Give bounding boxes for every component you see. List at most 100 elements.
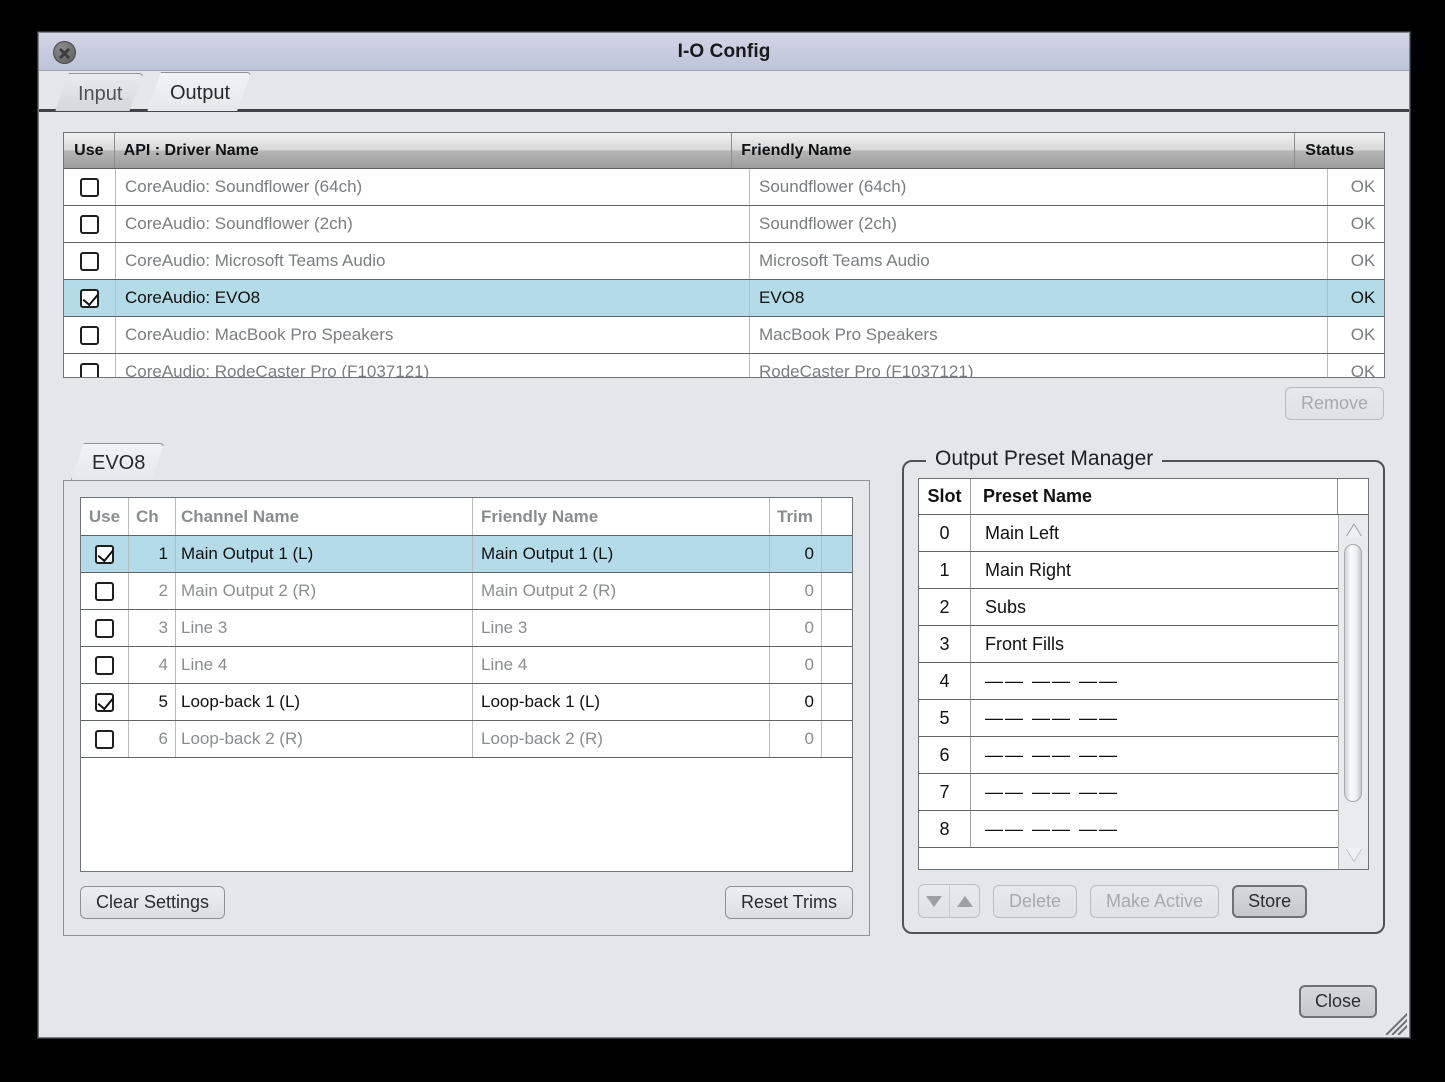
move-preset-down-button[interactable] [919, 885, 949, 917]
row-friendly-name[interactable]: Loop-back 2 (R) [473, 721, 770, 757]
col-header-use[interactable]: Use [81, 498, 129, 535]
use-checkbox[interactable] [80, 214, 99, 234]
table-row[interactable]: 0 Main Left [919, 515, 1338, 552]
close-button[interactable]: Close [1298, 984, 1377, 1018]
table-row[interactable]: 5 —— —— —— [919, 700, 1338, 737]
row-preset-name[interactable]: Front Fills [971, 626, 1338, 662]
preset-table-scrollbar[interactable] [1338, 515, 1368, 869]
move-preset-up-button[interactable] [949, 885, 979, 917]
table-row[interactable]: CoreAudio: Soundflower (2ch) Soundflower … [64, 206, 1384, 243]
use-checkbox[interactable] [80, 362, 99, 377]
row-friendly-name[interactable]: Soundflower (64ch) [750, 169, 1328, 205]
row-preset-name[interactable]: —— —— —— [971, 700, 1338, 736]
col-header-use[interactable]: Use [64, 133, 115, 168]
row-trim-value[interactable]: 0 [770, 647, 822, 683]
row-use-cell[interactable] [64, 169, 116, 205]
row-use-cell[interactable] [81, 573, 129, 609]
use-checkbox[interactable] [95, 692, 114, 712]
table-row[interactable]: 3 Front Fills [919, 626, 1338, 663]
row-trim-value[interactable]: 0 [770, 610, 822, 646]
tab-input[interactable]: Input [55, 73, 143, 111]
row-use-cell[interactable] [64, 280, 116, 316]
col-header-preset-name[interactable]: Preset Name [971, 479, 1338, 514]
store-preset-button[interactable]: Store [1232, 884, 1308, 918]
scroll-down-arrow-icon[interactable] [1343, 844, 1365, 866]
table-row[interactable]: 5 Loop-back 1 (L) Loop-back 1 (L) 0 [81, 684, 852, 721]
table-row[interactable]: CoreAudio: RodeCaster Pro (F1037121) Rode… [64, 354, 1384, 377]
table-row[interactable]: 6 Loop-back 2 (R) Loop-back 2 (R) 0 [81, 721, 852, 758]
delete-preset-button[interactable]: Delete [993, 884, 1078, 918]
col-header-friendly-name[interactable]: Friendly Name [473, 498, 770, 535]
table-row[interactable]: 1 Main Output 1 (L) Main Output 1 (L) 0 [81, 536, 852, 573]
col-header-status[interactable]: Status [1295, 133, 1364, 168]
row-friendly-name[interactable]: Main Output 2 (R) [473, 573, 770, 609]
scroll-up-arrow-icon[interactable] [1343, 518, 1365, 540]
use-checkbox[interactable] [95, 618, 114, 638]
use-checkbox[interactable] [80, 288, 99, 308]
use-checkbox[interactable] [95, 729, 114, 749]
resize-grip[interactable] [1385, 1013, 1407, 1035]
row-use-cell[interactable] [81, 721, 129, 757]
use-checkbox[interactable] [95, 655, 114, 675]
col-header-trim[interactable]: Trim [770, 498, 822, 535]
row-preset-name[interactable]: Main Left [971, 515, 1338, 551]
row-friendly-name[interactable]: EVO8 [750, 280, 1328, 316]
reset-trims-button[interactable]: Reset Trims [724, 886, 853, 919]
table-row[interactable]: 3 Line 3 Line 30 [81, 610, 852, 647]
table-row[interactable]: CoreAudio: Soundflower (64ch) Soundflower… [64, 169, 1384, 206]
table-row[interactable]: 4 —— —— —— [919, 663, 1338, 700]
row-use-cell[interactable] [64, 243, 116, 279]
table-row[interactable]: 1 Main Right [919, 552, 1338, 589]
remove-button[interactable]: Remove [1284, 387, 1384, 420]
row-trim-value[interactable]: 0 [770, 573, 822, 609]
row-friendly-name[interactable]: Main Output 1 (L) [473, 536, 770, 572]
use-checkbox[interactable] [95, 581, 114, 601]
row-use-cell[interactable] [81, 536, 129, 572]
use-checkbox[interactable] [80, 325, 99, 345]
row-use-cell[interactable] [64, 206, 116, 242]
col-header-api-driver-name[interactable]: API : Driver Name [115, 133, 733, 168]
table-row[interactable]: 2 Subs [919, 589, 1338, 626]
row-preset-name[interactable]: Subs [971, 589, 1338, 625]
row-use-cell[interactable] [81, 647, 129, 683]
tab-evo8[interactable]: EVO8 [71, 443, 164, 480]
col-header-channel-name[interactable]: Channel Name [176, 498, 473, 535]
row-friendly-name[interactable]: Line 3 [473, 610, 770, 646]
col-header-friendly-name[interactable]: Friendly Name [732, 133, 1296, 168]
row-use-cell[interactable] [81, 610, 129, 646]
table-row[interactable]: CoreAudio: Microsoft Teams Audio Microsof… [64, 243, 1384, 280]
row-preset-name[interactable]: —— —— —— [971, 774, 1338, 810]
row-preset-name[interactable]: —— —— —— [971, 663, 1338, 699]
row-trim-value[interactable]: 0 [770, 721, 822, 757]
col-header-ch[interactable]: Ch [129, 498, 176, 535]
row-friendly-name[interactable]: Loop-back 1 (L) [473, 684, 770, 720]
use-checkbox[interactable] [80, 177, 99, 197]
table-row[interactable]: CoreAudio: MacBook Pro Speakers MacBook P… [64, 317, 1384, 354]
table-row[interactable]: 4 Line 4 Line 40 [81, 647, 852, 684]
table-row[interactable]: 2 Main Output 2 (R) Main Output 2 (R) 0 [81, 573, 852, 610]
scroll-thumb[interactable] [1344, 544, 1362, 802]
clear-settings-button[interactable]: Clear Settings [80, 886, 226, 919]
row-preset-name[interactable]: Main Right [971, 552, 1338, 588]
tab-output[interactable]: Output [147, 72, 251, 111]
row-trim-value[interactable]: 0 [770, 684, 822, 720]
row-friendly-name[interactable]: Microsoft Teams Audio [750, 243, 1328, 279]
row-friendly-name[interactable]: MacBook Pro Speakers [750, 317, 1328, 353]
scroll-track[interactable] [1339, 540, 1368, 844]
row-use-cell[interactable] [64, 354, 116, 377]
table-row[interactable]: CoreAudio: EVO8 EVO8 OK [64, 280, 1384, 317]
row-friendly-name[interactable]: Line 4 [473, 647, 770, 683]
row-preset-name[interactable]: —— —— —— [971, 737, 1338, 773]
use-checkbox[interactable] [80, 251, 99, 271]
row-friendly-name[interactable]: Soundflower (2ch) [750, 206, 1328, 242]
row-use-cell[interactable] [81, 684, 129, 720]
table-row[interactable]: 8 —— —— —— [919, 811, 1338, 848]
table-row[interactable]: 6 —— —— —— [919, 737, 1338, 774]
use-checkbox[interactable] [95, 544, 114, 564]
row-friendly-name[interactable]: RodeCaster Pro (F1037121) [750, 354, 1328, 377]
make-active-preset-button[interactable]: Make Active [1090, 884, 1220, 918]
row-preset-name[interactable]: —— —— —— [971, 811, 1338, 847]
table-row[interactable]: 7 —— —— —— [919, 774, 1338, 811]
row-use-cell[interactable] [64, 317, 116, 353]
col-header-slot[interactable]: Slot [919, 479, 971, 514]
